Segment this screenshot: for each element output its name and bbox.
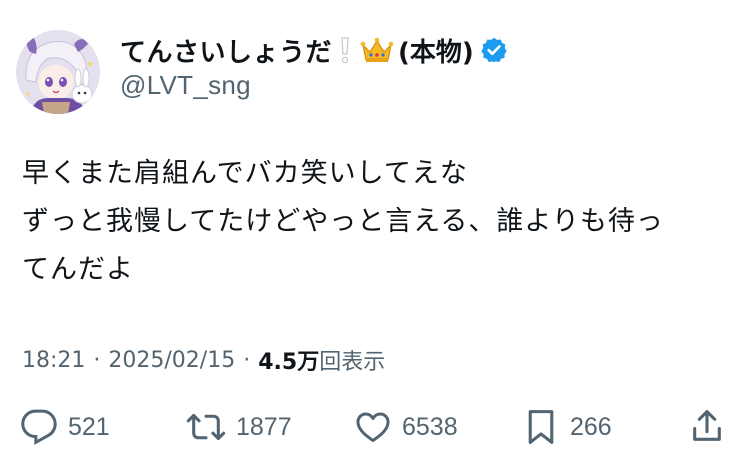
avatar-image — [16, 30, 100, 114]
tweet-line: 早くまた肩組んでバカ笑いしてえな — [22, 158, 468, 189]
views-count[interactable]: 4.5万 — [258, 344, 319, 376]
tweet-line: ずっと我慢してたけどやっと言える、誰よりも待っ — [22, 206, 664, 237]
white-exclamation-icon — [340, 36, 350, 64]
tweet-meta: 18:21 · 2025/02/15 · 4.5万 回表示 — [22, 344, 385, 376]
meta-separator: · — [243, 347, 251, 373]
tweet-text: 早くまた肩組んでバカ笑いしてえな ずっと我慢してたけどやっと言える、誰よりも待っ… — [22, 150, 732, 294]
share-icon — [693, 410, 721, 441]
like-button[interactable]: 6538 — [354, 402, 458, 452]
views-label: 回表示 — [319, 350, 386, 375]
display-name[interactable]: てんさいしょうだ — [120, 32, 332, 69]
tweet-time[interactable]: 18:21 — [22, 348, 85, 373]
retweet-icon — [186, 413, 226, 441]
user-handle[interactable]: @LVT_sng — [120, 70, 251, 101]
heart-icon — [356, 412, 390, 442]
meta-separator: · — [93, 347, 101, 373]
tweet-line: てんだよ — [22, 254, 134, 285]
reply-icon — [21, 409, 57, 445]
name-row: てんさいしょうだ (本物) — [120, 30, 508, 70]
verified-badge-icon[interactable] — [480, 36, 508, 64]
crown-icon — [360, 36, 394, 64]
reply-count: 521 — [68, 412, 110, 441]
like-count: 6538 — [402, 412, 458, 441]
retweet-button[interactable]: 1877 — [186, 402, 292, 452]
retweet-count: 1877 — [236, 412, 292, 441]
display-name-suffix[interactable]: (本物) — [398, 32, 474, 69]
tweet-date[interactable]: 2025/02/15 — [108, 348, 235, 373]
bookmark-icon — [528, 410, 554, 444]
reply-button[interactable]: 521 — [20, 402, 110, 452]
bookmark-button[interactable]: 266 — [522, 402, 612, 452]
share-button[interactable] — [688, 402, 726, 452]
bookmark-count: 266 — [570, 412, 612, 441]
avatar[interactable] — [16, 30, 100, 114]
action-bar: 521 1877 6538 266 — [0, 402, 750, 452]
